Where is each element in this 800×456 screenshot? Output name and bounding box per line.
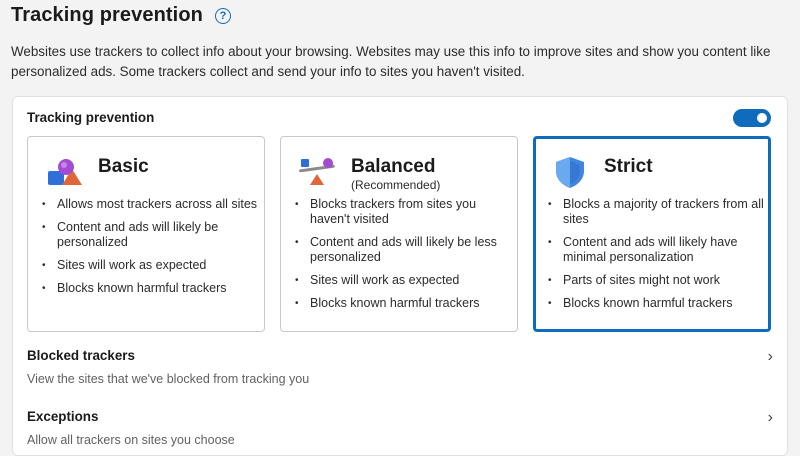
list-item: Sites will work as expected (42, 258, 258, 273)
list-item: Blocks trackers from sites you haven't v… (295, 197, 511, 227)
panel-label: Tracking prevention (27, 110, 155, 125)
card-title: Strict (604, 156, 653, 177)
list-item: Parts of sites might not work (548, 273, 764, 288)
list-item: Content and ads will likely be less pers… (295, 235, 511, 265)
card-bullets: Allows most trackers across all sites Co… (42, 197, 258, 304)
card-title: Balanced (351, 156, 436, 177)
list-item: Blocks known harmful trackers (42, 281, 258, 296)
shapes-icon (48, 159, 82, 185)
list-item: Blocks a majority of trackers from all s… (548, 197, 764, 227)
list-item: Content and ads will likely have minimal… (548, 235, 764, 265)
list-item: Sites will work as expected (295, 273, 511, 288)
balance-icon (299, 158, 335, 185)
row-title: Blocked trackers (27, 348, 135, 363)
list-item: Content and ads will likely be personali… (42, 220, 258, 250)
shield-icon (556, 157, 584, 188)
card-strict[interactable]: Strict Blocks a majority of trackers fro… (533, 136, 771, 332)
tracking-prevention-panel: Tracking prevention Basic Allows most tr… (12, 96, 788, 456)
card-head: Basic (44, 155, 149, 189)
card-basic[interactable]: Basic Allows most trackers across all si… (27, 136, 265, 332)
card-title: Basic (98, 156, 149, 177)
page-title: Tracking prevention (11, 4, 203, 26)
help-icon[interactable]: ? (214, 7, 231, 24)
chevron-right-icon[interactable]: › (768, 348, 773, 366)
card-bullets: Blocks a majority of trackers from all s… (548, 197, 764, 319)
row-description: Allow all trackers on sites you choose (27, 433, 235, 447)
row-description: View the sites that we've blocked from t… (27, 372, 310, 386)
list-item: Blocks known harmful trackers (295, 296, 511, 311)
exceptions-row[interactable]: Exceptions Allow all trackers on sites y… (27, 409, 775, 447)
chevron-right-icon[interactable]: › (768, 409, 773, 427)
card-head: Strict (550, 155, 653, 189)
toggle-knob (757, 113, 767, 123)
list-item: Allows most trackers across all sites (42, 197, 258, 212)
list-item: Blocks known harmful trackers (548, 296, 764, 311)
blocked-trackers-row[interactable]: Blocked trackers View the sites that we'… (27, 348, 775, 386)
card-subtitle: (Recommended) (351, 178, 441, 192)
card-balanced[interactable]: Balanced (Recommended) Blocks trackers f… (280, 136, 518, 332)
tracking-prevention-toggle[interactable] (733, 109, 771, 127)
card-head: Balanced (Recommended) (297, 155, 440, 192)
row-title: Exceptions (27, 409, 99, 424)
page-header: Tracking prevention ? (11, 4, 231, 27)
card-bullets: Blocks trackers from sites you haven't v… (295, 197, 511, 319)
page-description: Websites use trackers to collect info ab… (11, 44, 771, 79)
